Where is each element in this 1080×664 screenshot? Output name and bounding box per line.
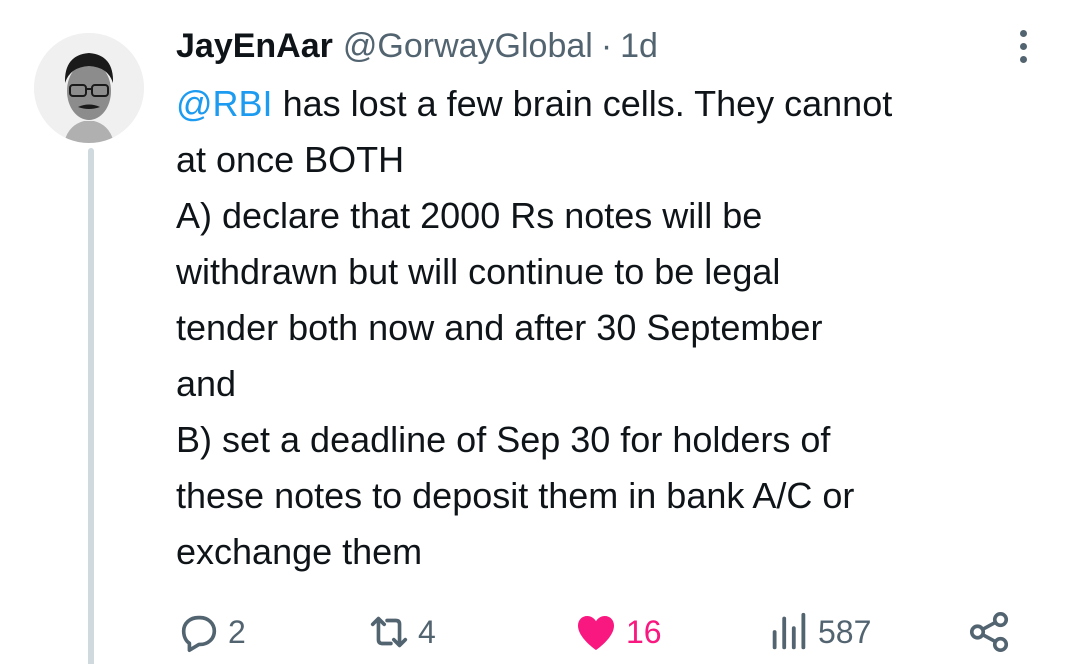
tweet-line: A) declare that 2000 Rs notes will be [176,195,763,236]
retweet-button[interactable]: 4 [366,606,436,658]
views-count: 587 [818,613,872,650]
views-button[interactable]: 587 [766,606,871,658]
tweet-header: JayEnAar @GorwayGlobal · 1d [176,24,658,68]
tweet-line: at once BOTH [176,139,405,180]
tweet-line: withdrawn but will continue to be legal [176,251,781,292]
tweet-time[interactable]: 1d [620,24,658,68]
like-button[interactable]: 16 [572,606,662,658]
avatar[interactable] [34,33,144,143]
separator-dot: · [600,27,613,65]
share-icon [969,611,1009,653]
tweet-text: @RBI has lost a few brain cells. They ca… [176,76,1056,580]
reply-button[interactable]: 2 [176,606,246,658]
mention-link[interactable]: @RBI [176,83,273,124]
reply-count: 2 [228,613,246,650]
retweet-count: 4 [418,613,436,650]
tweet-line: exchange them [176,531,423,572]
user-handle[interactable]: @GorwayGlobal [343,24,593,68]
views-icon [772,612,806,650]
retweet-icon [370,616,408,648]
display-name[interactable]: JayEnAar [176,24,333,68]
reply-icon [181,615,217,653]
action-bar: 2 4 16 587 [176,606,1036,658]
tweet-line: and [176,363,237,404]
tweet-line: @RBI has lost a few brain cells. They ca… [176,83,893,124]
tweet-line: B) set a deadline of Sep 30 for holders … [176,419,831,460]
tweet[interactable]: JayEnAar @GorwayGlobal · 1d @RBI has los… [0,0,1080,664]
heart-icon [578,616,614,650]
thread-line [88,148,94,664]
avatar-image [34,33,144,143]
more-icon[interactable] [1008,24,1038,68]
share-button[interactable] [966,606,1012,658]
like-count: 16 [626,613,662,650]
tweet-line: these notes to deposit them in bank A/C … [176,475,855,516]
tweet-line: tender both now and after 30 September [176,307,823,348]
